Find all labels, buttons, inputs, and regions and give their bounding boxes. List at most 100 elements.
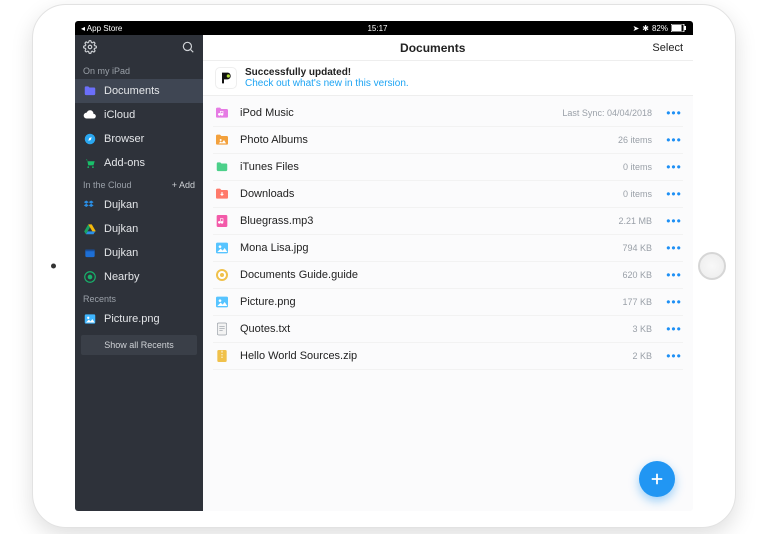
file-meta: 0 items xyxy=(623,189,652,199)
sidebar-item-label: iCloud xyxy=(104,109,195,121)
page-title: Documents xyxy=(213,41,652,55)
sidebar-item-label: Dujkan xyxy=(104,223,195,235)
sidebar-item-dujkan[interactable]: Dujkan xyxy=(75,217,203,241)
file-row[interactable]: iTunes Files0 items••• xyxy=(213,154,683,181)
guide-file-icon xyxy=(213,266,231,284)
file-row[interactable]: Picture.png 177 KB ••• xyxy=(213,289,683,316)
image-file-icon xyxy=(213,239,231,257)
file-name: iTunes Files xyxy=(240,161,614,173)
battery-percent: 82% xyxy=(652,24,668,33)
sidebar-item-nearby[interactable]: Nearby xyxy=(75,265,203,289)
sidebar-item-dujkan[interactable]: Dujkan xyxy=(75,193,203,217)
status-time: 15:17 xyxy=(126,24,628,33)
file-meta: 26 items xyxy=(618,135,652,145)
more-icon[interactable]: ••• xyxy=(665,295,683,309)
file-row[interactable]: Hello World Sources.zip 2 KB ••• xyxy=(213,343,683,370)
sidebar-item-label: Dujkan xyxy=(104,199,195,211)
file-list[interactable]: iPod MusicLast Sync: 04/04/2018•••Photo … xyxy=(203,96,693,511)
file-name: Picture.png xyxy=(240,296,613,308)
nearby-icon xyxy=(83,270,97,284)
file-row[interactable]: Photo Albums 26 items ••• xyxy=(213,127,683,154)
sidebar-item-browser[interactable]: Browser xyxy=(75,127,203,151)
image-icon xyxy=(83,312,97,326)
file-meta: 2 KB xyxy=(632,351,652,361)
more-icon[interactable]: ••• xyxy=(665,349,683,363)
sidebar-item-label: Add-ons xyxy=(104,157,195,169)
more-icon[interactable]: ••• xyxy=(665,133,683,147)
sidebar-item-label: Picture.png xyxy=(104,313,195,325)
sidebar-section-label: In the Cloud+ Add xyxy=(75,175,203,193)
file-meta: 177 KB xyxy=(622,297,652,307)
add-cloud-button[interactable]: + Add xyxy=(172,180,195,190)
file-row[interactable]: Quotes.txt3 KB••• xyxy=(213,316,683,343)
sidebar-section-label: On my iPad xyxy=(75,61,203,79)
status-bar: ◂ App Store 15:17 ➤ ✱ 82% xyxy=(75,21,693,35)
zip-file-icon xyxy=(213,347,231,365)
more-icon[interactable]: ••• xyxy=(665,322,683,336)
banner-link[interactable]: Check out what's new in this version. xyxy=(245,78,409,89)
sidebar-item-icloud[interactable]: iCloud xyxy=(75,103,203,127)
ipad-home-button[interactable] xyxy=(698,252,726,280)
file-meta: 794 KB xyxy=(622,243,652,253)
sidebar: On my iPad Documents iCloud Browser Add-ons I… xyxy=(75,35,203,511)
select-button[interactable]: Select xyxy=(652,42,683,54)
more-icon[interactable]: ••• xyxy=(665,214,683,228)
more-icon[interactable]: ••• xyxy=(665,106,683,120)
battery-icon xyxy=(671,24,687,32)
file-meta: Last Sync: 04/04/2018 xyxy=(562,108,652,118)
file-row[interactable]: Mona Lisa.jpg 794 KB ••• xyxy=(213,235,683,262)
bluetooth-icon: ✱ xyxy=(642,24,649,33)
sidebar-item-dujkan[interactable]: Dujkan xyxy=(75,241,203,265)
photos-folder-icon xyxy=(213,131,231,149)
sidebar-item-documents[interactable]: Documents xyxy=(75,79,203,103)
file-meta: 2.21 MB xyxy=(618,216,652,226)
search-icon[interactable] xyxy=(181,40,195,57)
file-name: Bluegrass.mp3 xyxy=(240,215,609,227)
file-row[interactable]: Bluegrass.mp3 2.21 MB ••• xyxy=(213,208,683,235)
sidebar-item-label: Documents xyxy=(104,85,195,97)
more-icon[interactable]: ••• xyxy=(665,187,683,201)
text-file-icon xyxy=(213,320,231,338)
cart-icon xyxy=(83,156,97,170)
main-header: Documents Select xyxy=(203,35,693,61)
sidebar-item-label: Browser xyxy=(104,133,195,145)
dropbox-icon xyxy=(83,198,97,212)
box-icon xyxy=(83,246,97,260)
music-folder-icon xyxy=(213,104,231,122)
sidebar-item-add-ons[interactable]: Add-ons xyxy=(75,151,203,175)
more-icon[interactable]: ••• xyxy=(665,160,683,174)
file-row[interactable]: Downloads 0 items ••• xyxy=(213,181,683,208)
file-meta: 620 KB xyxy=(622,270,652,280)
show-all-recents-button[interactable]: Show all Recents xyxy=(81,335,197,355)
file-name: Mona Lisa.jpg xyxy=(240,242,613,254)
file-name: Downloads xyxy=(240,188,614,200)
image-file-icon xyxy=(213,293,231,311)
file-name: iPod Music xyxy=(240,107,553,119)
file-name: Hello World Sources.zip xyxy=(240,350,623,362)
settings-icon[interactable] xyxy=(83,40,97,57)
download-folder-icon xyxy=(213,185,231,203)
location-icon: ➤ xyxy=(633,24,640,33)
ipad-camera xyxy=(51,264,56,269)
file-row[interactable]: iPod Music Last Sync: 04/04/2018 ••• xyxy=(213,100,683,127)
back-app-label[interactable]: ◂ App Store xyxy=(81,24,122,33)
sidebar-item-picture-png[interactable]: Picture.png xyxy=(75,307,203,331)
ipad-frame: ◂ App Store 15:17 ➤ ✱ 82% xyxy=(32,4,736,528)
gdrive-icon xyxy=(83,222,97,236)
add-button[interactable] xyxy=(639,461,675,497)
file-row[interactable]: Documents Guide.guide 620 KB ••• xyxy=(213,262,683,289)
more-icon[interactable]: ••• xyxy=(665,241,683,255)
file-name: Documents Guide.guide xyxy=(240,269,613,281)
file-name: Quotes.txt xyxy=(240,323,623,335)
more-icon[interactable]: ••• xyxy=(665,268,683,282)
update-banner: Successfully updated! Check out what's n… xyxy=(203,61,693,96)
sidebar-item-label: Nearby xyxy=(104,271,195,283)
file-name: Photo Albums xyxy=(240,134,609,146)
banner-title: Successfully updated! xyxy=(245,67,409,78)
folder-icon xyxy=(213,158,231,176)
main-panel: Documents Select Successfully updated! C… xyxy=(203,35,693,511)
cloud-icon xyxy=(83,108,97,122)
audio-file-icon xyxy=(213,212,231,230)
sidebar-item-label: Dujkan xyxy=(104,247,195,259)
sidebar-section-label: Recents xyxy=(75,289,203,307)
